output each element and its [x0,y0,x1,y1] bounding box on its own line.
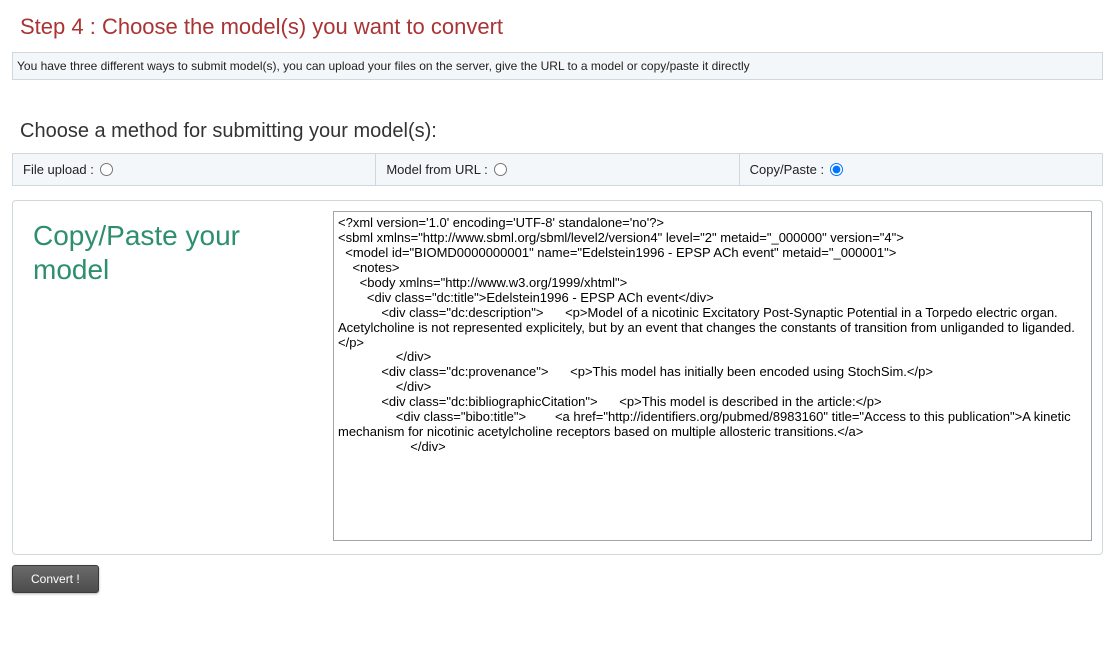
method-file-upload-radio[interactable] [100,163,113,176]
panel-heading: Copy/Paste your model [33,219,323,286]
convert-button[interactable]: Convert ! [12,565,99,593]
copy-paste-panel: Copy/Paste your model [12,200,1103,555]
method-copy-paste-radio[interactable] [830,163,843,176]
method-selector: File upload : Model from URL : Copy/Past… [12,153,1103,186]
method-from-url-label: Model from URL : [386,162,487,177]
help-text: You have three different ways to submit … [12,52,1103,80]
method-from-url[interactable]: Model from URL : [376,153,739,186]
method-copy-paste[interactable]: Copy/Paste : [740,153,1103,186]
method-from-url-radio[interactable] [494,163,507,176]
method-copy-paste-label: Copy/Paste : [750,162,824,177]
section-title: Choose a method for submitting your mode… [0,80,1115,153]
panel-heading-wrap: Copy/Paste your model [23,211,323,544]
method-file-upload[interactable]: File upload : [12,153,376,186]
method-file-upload-label: File upload : [23,162,94,177]
panel-textarea-wrap [333,211,1092,544]
step-title: Step 4 : Choose the model(s) you want to… [0,0,1115,48]
model-textarea[interactable] [333,211,1092,541]
button-row: Convert ! [12,565,1103,593]
